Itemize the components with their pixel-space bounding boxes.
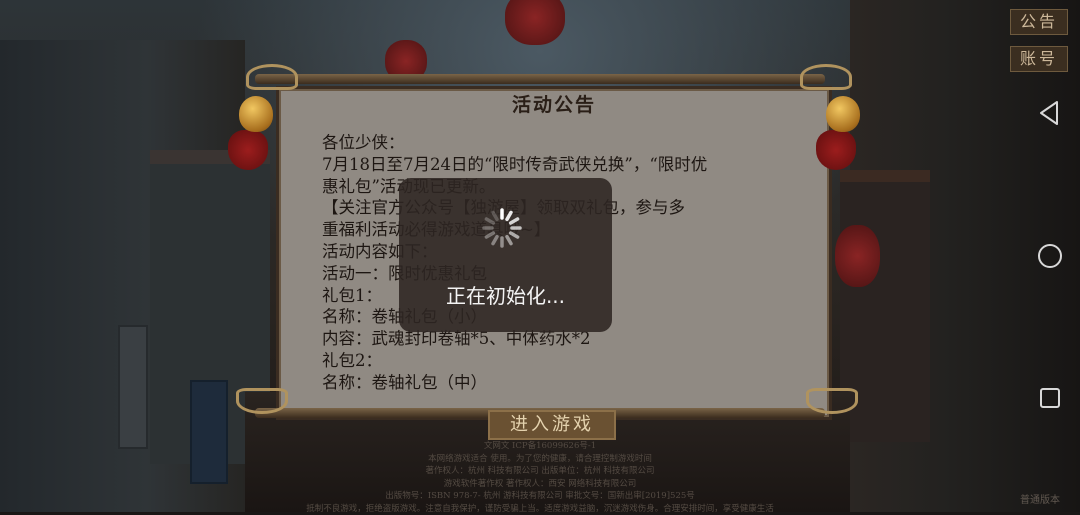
recent-apps-icon[interactable] [1036, 384, 1064, 412]
footer-line: 抵制不良游戏，拒绝盗版游戏。注意自我保护，谨防受骗上当。适度游戏益脑，沉迷游戏伤… [260, 503, 820, 515]
tassel-ornament [816, 130, 856, 170]
cloud-ornament [246, 64, 298, 90]
footer-line: 本网络游戏适合 使用。为了您的健康，请合理控制游戏时间 [260, 453, 820, 466]
account-button[interactable]: 账号 [1010, 46, 1068, 72]
lantern [835, 225, 880, 287]
scroll-rod-top [255, 74, 825, 84]
tassel-ornament [228, 130, 268, 170]
legal-footer: 文网文 ICP备16099626号-1 本网络游戏适合 使用。为了您的健康，请合… [260, 440, 820, 515]
footer-line: 出版物号：ISBN 978-7- 杭州 游科技有限公司 审批文号：国新出审[20… [260, 490, 820, 503]
notice-line: 礼包2： [322, 350, 792, 372]
footer-line: 文网文 ICP备16099626号-1 [260, 440, 820, 453]
lantern [505, 0, 565, 45]
dialog-title: 活动公告 [276, 90, 832, 117]
footer-line: 游戏软件著作权 著作权人：西安 网络科技有限公司 [260, 478, 820, 491]
cloud-ornament [236, 388, 288, 414]
cloud-ornament [800, 64, 852, 90]
version-label: 普通版本 [1020, 491, 1060, 506]
cloud-ornament [806, 388, 858, 414]
shop-sign [190, 380, 228, 484]
back-icon[interactable] [1036, 99, 1064, 127]
bell-icon [239, 96, 273, 132]
notice-line: 名称：卷轴礼包（中） [322, 372, 792, 394]
shop-sign [118, 325, 148, 449]
notice-line: 各位少侠： [322, 132, 792, 154]
enter-game-button[interactable]: 进入游戏 [488, 410, 616, 440]
loading-text: 正在初始化... [399, 280, 612, 309]
notice-line: 7月18日至7月24日的“限时传奇武侠兑换”，“限时优 [322, 154, 792, 176]
home-icon[interactable] [1036, 242, 1064, 270]
loading-spinner-icon [480, 206, 524, 250]
notice-button[interactable]: 公告 [1010, 9, 1068, 35]
footer-line: 著作权人：杭州 科技有限公司 出版单位：杭州 科技有限公司 [260, 465, 820, 478]
